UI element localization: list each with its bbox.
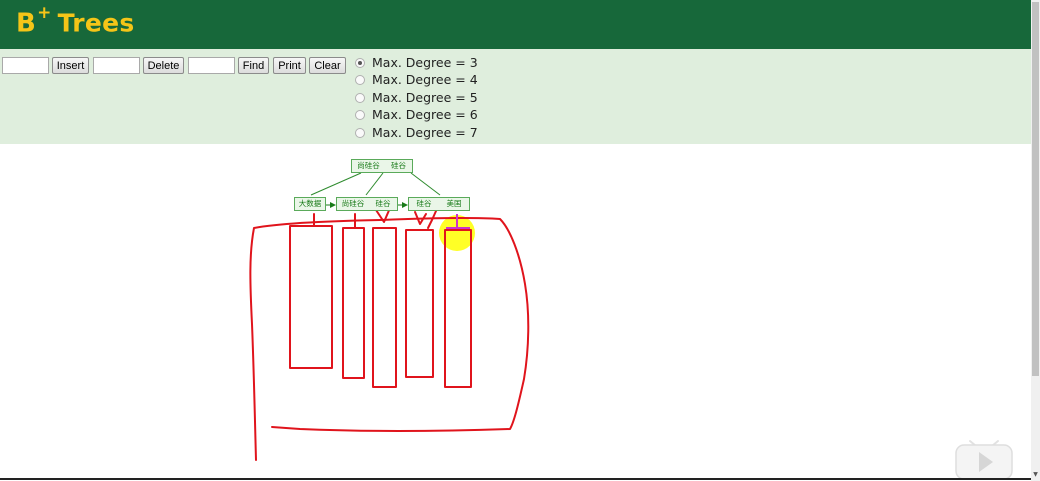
title-trees: Trees xyxy=(57,8,135,38)
page-scrollbar[interactable]: ▼ xyxy=(1031,0,1040,481)
degree-label: Max. Degree = 6 xyxy=(372,107,478,122)
node-key: 尚硅谷 xyxy=(341,199,365,208)
tree-leaf-node: 大数据 xyxy=(294,197,326,211)
node-key: 尚硅谷 xyxy=(357,161,380,170)
degree-option-3[interactable]: Max. Degree = 3 xyxy=(355,54,478,71)
annotation-box xyxy=(342,227,365,379)
degree-radio[interactable] xyxy=(355,92,365,103)
node-key: 美国 xyxy=(446,199,462,208)
annotation-box xyxy=(289,225,333,369)
scrollbar-thumb[interactable] xyxy=(1032,2,1039,376)
delete-input[interactable] xyxy=(93,57,140,74)
find-input[interactable] xyxy=(188,57,235,74)
degree-label: Max. Degree = 7 xyxy=(372,125,478,140)
tree-edges xyxy=(249,172,530,461)
degree-option-7[interactable]: Max. Degree = 7 xyxy=(355,124,478,141)
video-play-button[interactable] xyxy=(954,438,1014,480)
title-b: B xyxy=(16,8,37,39)
insert-button[interactable]: Insert xyxy=(52,57,89,74)
play-icon xyxy=(955,440,1013,480)
tree-canvas: 尚硅谷 硅谷 大数据 尚硅谷 硅谷 硅谷 美国 xyxy=(0,144,1031,478)
annotation-box xyxy=(405,229,434,378)
annotation-outline xyxy=(249,216,530,461)
app-header: B+ Trees xyxy=(0,0,1031,49)
bottom-divider xyxy=(0,478,1031,480)
print-button[interactable]: Print xyxy=(273,57,306,74)
find-button[interactable]: Find xyxy=(238,57,269,74)
annotation-box xyxy=(372,227,397,388)
tree-edge xyxy=(410,172,441,196)
node-key: 大数据 xyxy=(298,199,322,208)
node-key: 硅谷 xyxy=(416,199,432,208)
degree-radio[interactable] xyxy=(355,127,365,138)
tree-root-node: 尚硅谷 硅谷 xyxy=(351,159,413,173)
annotation-box xyxy=(444,229,472,388)
tree-leaf-node: 尚硅谷 硅谷 xyxy=(336,197,398,211)
degree-option-5[interactable]: Max. Degree = 5 xyxy=(355,89,478,106)
insert-input[interactable] xyxy=(2,57,49,74)
degree-option-6[interactable]: Max. Degree = 6 xyxy=(355,106,478,123)
tree-edge xyxy=(365,172,384,196)
control-bar: Insert Delete Find Print Clear Max. Degr… xyxy=(0,49,1031,144)
tree-leaf-node: 硅谷 美国 xyxy=(408,197,470,211)
degree-radio[interactable] xyxy=(355,109,365,120)
degree-option-4[interactable]: Max. Degree = 4 xyxy=(355,71,478,88)
degree-radio[interactable] xyxy=(355,57,365,68)
red-annotations xyxy=(249,201,530,461)
delete-button[interactable]: Delete xyxy=(143,57,184,74)
clear-button[interactable]: Clear xyxy=(309,57,346,74)
node-key: 硅谷 xyxy=(375,199,391,208)
degree-label: Max. Degree = 5 xyxy=(372,90,478,105)
tree-edge xyxy=(310,172,362,196)
page-title: B+ Trees xyxy=(16,3,135,39)
title-superscript: + xyxy=(37,3,52,23)
degree-radio[interactable] xyxy=(355,74,365,85)
node-key: 硅谷 xyxy=(391,161,406,170)
scroll-down-icon[interactable]: ▼ xyxy=(1031,471,1040,479)
degree-label: Max. Degree = 4 xyxy=(372,72,478,87)
degree-label: Max. Degree = 3 xyxy=(372,55,478,70)
